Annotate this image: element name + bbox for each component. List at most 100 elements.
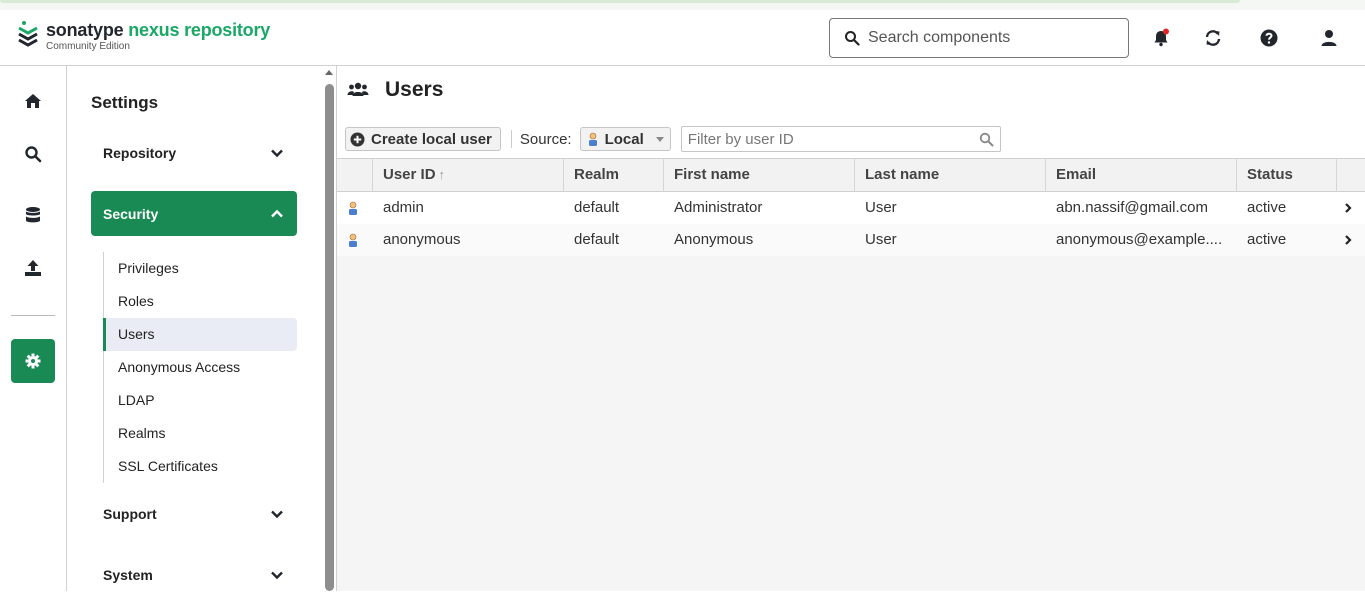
refresh-icon	[1205, 30, 1221, 46]
submenu-anonymous-access[interactable]: Anonymous Access	[104, 351, 297, 384]
cell-status: active	[1247, 231, 1287, 248]
user-menu-button[interactable]	[1319, 28, 1339, 48]
users-table: User ID ↑ Realm First name Last name Emai…	[337, 158, 1365, 591]
column-header-actions	[1337, 159, 1365, 192]
cell-email: anonymous@example....	[1056, 231, 1223, 248]
user-icon	[1321, 30, 1337, 46]
group-system[interactable]: System	[91, 552, 297, 597]
users-toolbar: Create local user Source: Local	[345, 126, 1001, 152]
bell-icon	[1154, 28, 1169, 47]
logo[interactable]: sonatype nexus repository Community Edit…	[16, 20, 270, 52]
plus-circle-icon	[350, 132, 365, 146]
chevron-down-icon	[271, 571, 283, 579]
notifications-button[interactable]	[1151, 28, 1171, 48]
settings-title: Settings	[91, 93, 159, 112]
cell-email: abn.nassif@gmail.com	[1056, 199, 1208, 216]
home-icon	[25, 94, 41, 108]
row-user-icon-cell	[337, 224, 373, 256]
search-icon	[25, 146, 42, 163]
column-header-icon	[337, 159, 373, 192]
primary-nav-rail	[0, 66, 67, 591]
sort-up-icon: ↑	[438, 167, 446, 182]
submenu-ssl-certificates[interactable]: SSL Certificates	[104, 450, 297, 483]
user-row-icon	[349, 201, 357, 215]
users-icon	[347, 82, 369, 96]
row-open-button[interactable]	[1337, 192, 1365, 224]
submenu-roles[interactable]: Roles	[104, 285, 297, 318]
page-title: Users	[385, 78, 444, 101]
nav-home[interactable]	[11, 79, 55, 123]
cell-first-name: Anonymous	[674, 231, 754, 248]
search-box[interactable]	[829, 18, 1129, 58]
column-header-first-name[interactable]: First name	[664, 159, 855, 192]
chevron-down-icon	[271, 510, 283, 518]
nav-divider	[11, 315, 55, 316]
filter-input[interactable]	[687, 130, 958, 148]
group-repository[interactable]: Repository	[91, 130, 297, 175]
cell-realm: default	[574, 231, 620, 248]
help-button[interactable]	[1259, 28, 1279, 48]
submenu-users[interactable]: Users	[103, 318, 297, 351]
group-system-label: System	[103, 566, 153, 583]
toolbar-separator	[510, 130, 512, 148]
brand-second: nexus repository	[128, 20, 271, 40]
database-icon	[26, 207, 40, 223]
nav-settings[interactable]	[11, 339, 55, 383]
sonatype-logo-icon	[18, 21, 38, 47]
row-open-button[interactable]	[1337, 224, 1365, 256]
security-submenu: Privileges Roles Users Anonymous Access …	[103, 252, 297, 483]
cell-user-id: anonymous	[383, 231, 461, 248]
chevron-right-icon	[1345, 203, 1352, 213]
group-security[interactable]: Security	[91, 191, 297, 236]
group-support-label: Support	[103, 505, 157, 522]
refresh-button[interactable]	[1203, 28, 1223, 48]
upload-icon	[25, 260, 41, 276]
source-label: Source:	[519, 130, 572, 148]
submenu-privileges[interactable]: Privileges	[104, 252, 297, 285]
edition-label: Community Edition	[46, 41, 130, 52]
group-support[interactable]: Support	[91, 491, 297, 536]
settings-panel: Settings Repository Security Privileges …	[67, 66, 324, 591]
help-icon	[1260, 29, 1278, 47]
column-header-last-name[interactable]: Last name	[855, 159, 1046, 192]
scroll-thumb[interactable]	[325, 84, 334, 591]
table-header: User ID ↑ Realm First name Last name Emai…	[337, 159, 1365, 192]
cell-status: active	[1247, 199, 1287, 216]
submenu-ldap[interactable]: LDAP	[104, 384, 297, 417]
cell-user-id: admin	[383, 199, 424, 216]
chevron-right-icon	[1345, 235, 1352, 245]
scroll-up-arrow[interactable]	[325, 70, 333, 75]
group-security-label: Security	[103, 205, 159, 222]
chevron-down-icon	[655, 136, 664, 142]
progress-line	[0, 0, 1240, 3]
create-local-user-button[interactable]: Create local user	[345, 127, 501, 151]
column-header-user-id-label: User ID	[383, 166, 436, 183]
search-icon	[845, 31, 860, 46]
page-header: Users	[347, 78, 443, 102]
nav-upload[interactable]	[11, 246, 55, 290]
chevron-down-icon	[271, 149, 283, 157]
search-icon	[979, 132, 994, 146]
search-input[interactable]	[868, 29, 1118, 47]
row-user-icon-cell	[337, 192, 373, 224]
column-header-realm[interactable]: Realm	[564, 159, 664, 192]
table-row[interactable]: admin default Administrator User abn.nas…	[337, 192, 1365, 224]
column-header-user-id[interactable]: User ID ↑	[373, 159, 564, 192]
nav-browse[interactable]	[11, 193, 55, 237]
submenu-realms[interactable]: Realms	[104, 417, 297, 450]
cell-last-name: User	[865, 199, 897, 216]
brand-first: sonatype	[46, 20, 124, 40]
cell-last-name: User	[865, 231, 897, 248]
column-header-email[interactable]: Email	[1046, 159, 1237, 192]
source-select[interactable]: Local	[579, 127, 671, 151]
top-strip	[0, 0, 1365, 10]
filter-box[interactable]	[680, 126, 1001, 152]
table-row[interactable]: anonymous default Anonymous User anonymo…	[337, 224, 1365, 256]
settings-scrollbar[interactable]	[324, 66, 337, 591]
main-content: Users Create local user Source: Local Us…	[337, 66, 1365, 591]
nav-search[interactable]	[11, 132, 55, 176]
column-header-status[interactable]: Status	[1237, 159, 1337, 192]
app-header: sonatype nexus repository Community Edit…	[0, 10, 1365, 66]
user-row-icon	[349, 233, 357, 247]
gear-icon	[25, 353, 41, 369]
